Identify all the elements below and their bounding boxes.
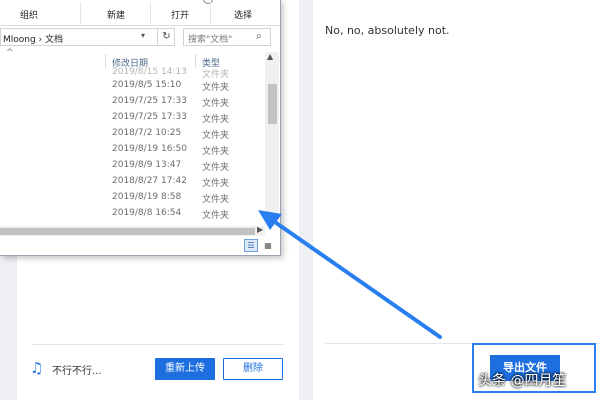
- address-bar[interactable]: Mloong › 文档 ▾: [0, 28, 175, 46]
- search-placeholder: 搜索"文档": [188, 35, 233, 45]
- result-text: No, no, absolutely not.: [325, 24, 450, 37]
- vertical-scroll-thumb[interactable]: [268, 84, 277, 124]
- file-explorer-dialog: 组织 新建 打开 选择 Mloong › 文档 ▾ ↻ 搜索"文档" ⌕ ^ 修…: [0, 0, 281, 256]
- file-name: 不行不行...: [52, 366, 102, 377]
- details-view-icon[interactable]: ☰: [244, 239, 258, 252]
- scroll-up-icon[interactable]: ▲: [267, 52, 273, 61]
- column-divider: [195, 54, 196, 68]
- row-type: 文件夹: [202, 115, 230, 125]
- row-date[interactable]: 2019/7/25 17:33: [112, 112, 187, 122]
- sort-caret-icon: ^: [6, 48, 14, 58]
- row-date[interactable]: 2018/7/2 10:25: [112, 128, 181, 138]
- row-type: 文件夹: [202, 131, 230, 141]
- row-date-partial: 2019/8/15 14:13: [112, 67, 187, 77]
- refresh-icon[interactable]: ↻: [157, 28, 175, 46]
- ribbon-open[interactable]: 打开: [171, 8, 189, 21]
- row-date[interactable]: 2019/8/19 8:58: [112, 192, 181, 202]
- row-type: 文件夹: [202, 179, 230, 189]
- row-date[interactable]: 2019/8/5 15:10: [112, 80, 181, 90]
- vertical-scrollbar[interactable]: [265, 52, 279, 222]
- row-type: 文件夹: [202, 83, 230, 93]
- row-type: 文件夹: [202, 147, 230, 157]
- scroll-down-icon[interactable]: ▼: [267, 214, 273, 223]
- row-type: 文件夹: [202, 163, 230, 173]
- row-date[interactable]: 2019/8/19 16:50: [112, 144, 187, 154]
- row-type: 文件夹: [202, 195, 230, 205]
- chevron-down-icon[interactable]: ▾: [141, 31, 145, 40]
- music-note-icon: ♫: [30, 359, 44, 377]
- result-card: [313, 0, 600, 400]
- column-divider: [105, 54, 106, 68]
- explorer-status-bar: [0, 236, 280, 255]
- search-icon[interactable]: ⌕: [256, 31, 262, 42]
- search-input[interactable]: 搜索"文档" ⌕: [183, 28, 271, 46]
- row-date[interactable]: 2018/8/27 17:42: [112, 176, 187, 186]
- row-date[interactable]: 2019/7/25 17:33: [112, 96, 187, 106]
- row-date[interactable]: 2019/8/9 13:47: [112, 160, 181, 170]
- ribbon-divider: [150, 2, 151, 24]
- ribbon-circle-icon: [203, 0, 213, 4]
- ribbon-select[interactable]: 选择: [234, 8, 252, 21]
- reupload-button[interactable]: 重新上传: [155, 358, 215, 380]
- watermark: 头条 @四月笙: [478, 373, 567, 389]
- scroll-right-icon[interactable]: ▶: [257, 225, 263, 234]
- ribbon-organize[interactable]: 组织: [20, 8, 38, 21]
- row-type: 文件夹: [202, 211, 230, 221]
- horizontal-scroll-thumb[interactable]: [0, 228, 255, 235]
- row-type-partial: 文件夹: [202, 70, 230, 80]
- tiles-view-icon[interactable]: ▦: [261, 239, 275, 252]
- row-date[interactable]: 2019/8/8 16:54: [112, 208, 181, 218]
- ribbon-divider: [80, 2, 81, 24]
- explorer-ribbon: 组织 新建 打开 选择: [0, 0, 280, 26]
- row-type: 文件夹: [202, 99, 230, 109]
- delete-button[interactable]: 删除: [223, 358, 283, 380]
- ribbon-divider: [210, 2, 211, 24]
- address-path: Mloong › 文档: [3, 35, 64, 45]
- ribbon-new[interactable]: 新建: [107, 8, 125, 21]
